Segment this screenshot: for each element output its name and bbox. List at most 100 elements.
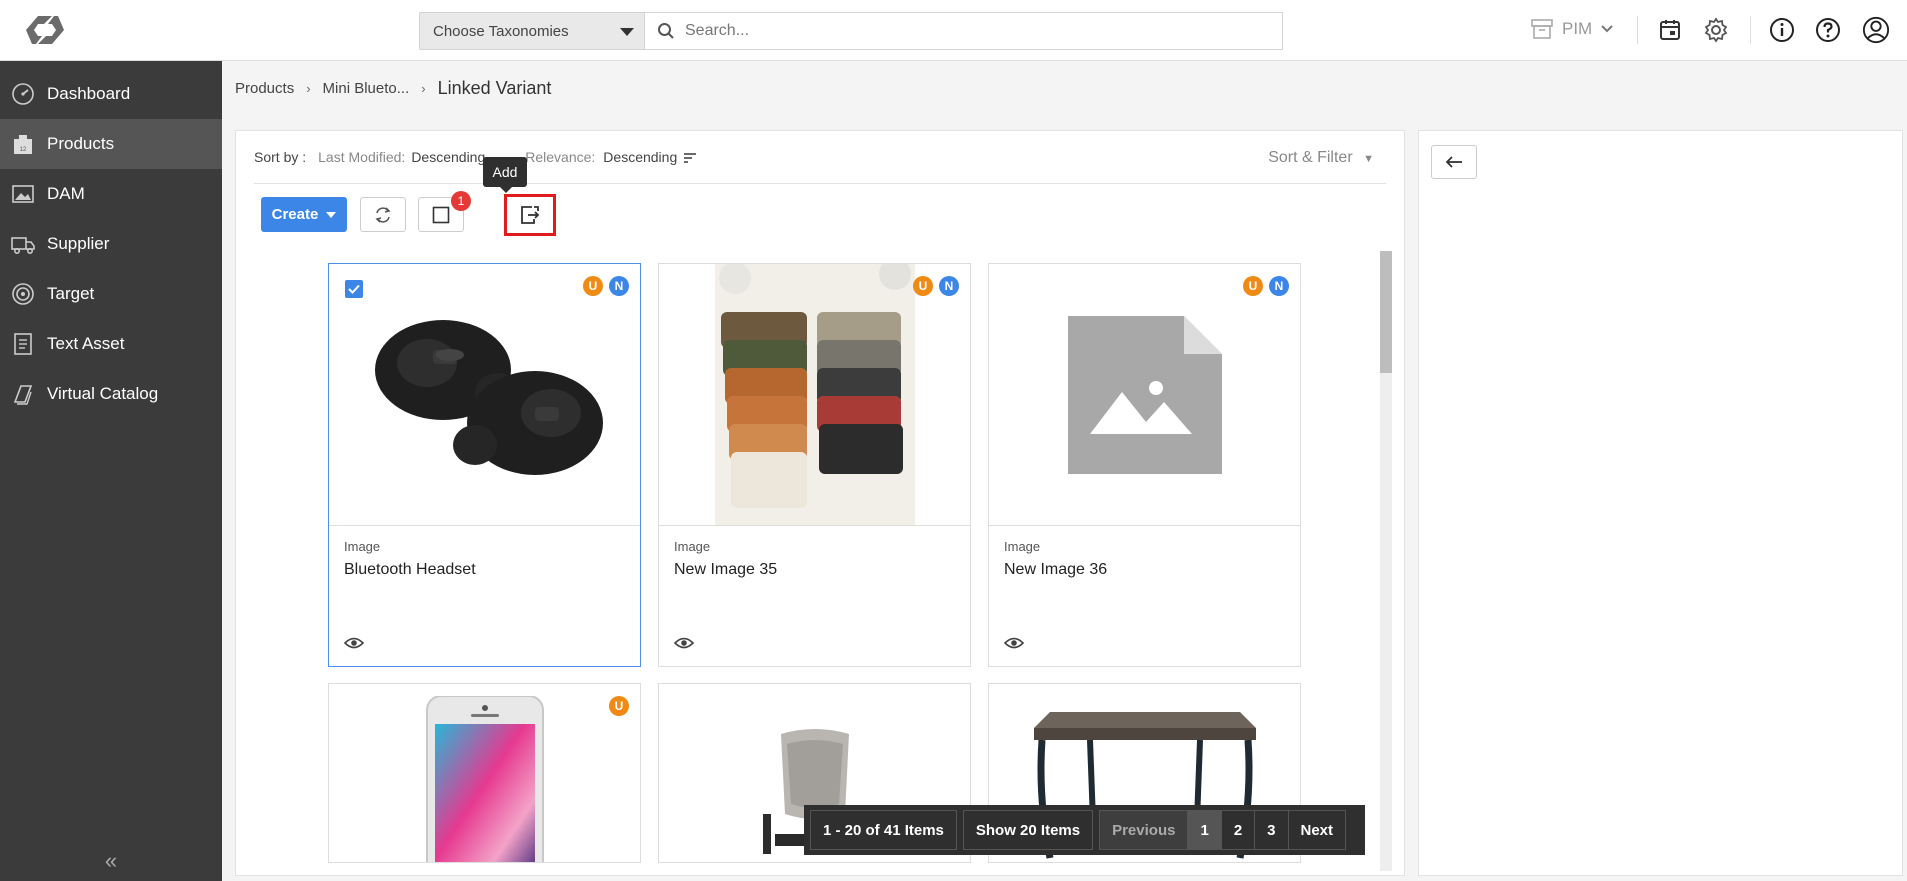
sidebar-item-dashboard[interactable]: Dashboard	[0, 69, 222, 119]
previous-page-button[interactable]: Previous	[1099, 810, 1188, 850]
add-link-icon	[521, 206, 540, 224]
dashboard-icon	[10, 81, 36, 107]
search-input[interactable]	[685, 22, 1245, 40]
asset-card[interactable]: U N Image Bluetooth Headset	[328, 263, 641, 667]
relevance-sort[interactable]: Descending	[603, 149, 677, 165]
chevron-down-icon	[1601, 25, 1613, 33]
pagination-bar: 1 - 20 of 41 Items Show 20 Items Previou…	[804, 805, 1365, 855]
breadcrumb-products[interactable]: Products	[235, 80, 294, 97]
arrow-left-icon	[1445, 156, 1462, 168]
taxonomy-select[interactable]: Choose Taxonomies	[419, 12, 645, 50]
scrollbar[interactable]	[1380, 251, 1392, 871]
sidebar-item-virtual-catalog[interactable]: Virtual Catalog	[0, 369, 222, 419]
status-badge-u: U	[583, 276, 603, 296]
status-badge-n: N	[1269, 276, 1289, 296]
pagination-summary: 1 - 20 of 41 Items	[810, 810, 957, 850]
sort-filter-button[interactable]: Sort & Filter ▼	[1268, 149, 1374, 167]
eye-icon[interactable]	[673, 636, 695, 653]
taxonomy-select-label: Choose Taxonomies	[433, 22, 569, 40]
app-logo[interactable]	[22, 12, 68, 48]
gear-icon[interactable]	[1702, 16, 1730, 44]
status-badge-u: U	[609, 696, 629, 716]
sort-descending-icon[interactable]	[683, 152, 697, 164]
refresh-button[interactable]	[360, 197, 406, 232]
image-icon	[10, 181, 36, 207]
divider	[1637, 16, 1638, 44]
sidebar-item-label: Products	[47, 134, 115, 153]
sidebar-item-products[interactable]: 12 Products	[0, 119, 222, 169]
sidebar-item-target[interactable]: Target	[0, 269, 222, 319]
user-avatar-icon[interactable]	[1862, 16, 1890, 44]
double-chevron-left-icon: «	[104, 848, 118, 873]
asset-thumbnail	[989, 264, 1300, 526]
asset-card[interactable]: U N Image New Image 36	[988, 263, 1301, 667]
book-icon	[10, 381, 36, 407]
top-bar: Choose Taxonomies PIM	[0, 0, 1907, 61]
asset-card[interactable]: U N Image New Image 35	[658, 263, 971, 667]
chevron-right-icon: ›	[421, 81, 426, 96]
asset-thumbnail	[659, 264, 970, 526]
asset-type: Image	[1004, 539, 1041, 554]
detail-panel	[1418, 130, 1903, 876]
eye-icon[interactable]	[343, 636, 365, 653]
next-page-button[interactable]: Next	[1287, 810, 1347, 850]
search-icon	[658, 23, 674, 39]
status-badge-u: U	[1243, 276, 1263, 296]
asset-type: Image	[674, 539, 711, 554]
help-icon[interactable]	[1814, 16, 1842, 44]
last-modified-sort[interactable]: Descending	[411, 149, 485, 165]
selected-count-badge: 1	[451, 191, 471, 211]
asset-name: New Image 36	[1004, 561, 1108, 578]
divider	[1750, 16, 1751, 44]
sort-bar: Sort by : Last Modified: Descending Rele…	[254, 149, 1386, 184]
document-icon	[10, 331, 36, 357]
card-checkbox[interactable]	[345, 280, 363, 298]
page-buttons: Previous 1 2 3 Next	[1099, 810, 1347, 850]
breadcrumb: Products › Mini Blueto... › Linked Varia…	[235, 78, 551, 99]
sidebar-item-label: Virtual Catalog	[47, 384, 159, 403]
caret-down-icon	[326, 211, 337, 218]
checkbox-icon	[432, 206, 450, 223]
caret-down-icon: ▼	[1363, 153, 1374, 165]
status-badge-n: N	[939, 276, 959, 296]
caret-down-icon	[620, 28, 634, 36]
sidebar-item-label: Text Asset	[47, 334, 125, 353]
app-switcher-label: PIM	[1562, 19, 1593, 38]
scrollbar-thumb[interactable]	[1380, 251, 1392, 373]
status-badge-n: N	[609, 276, 629, 296]
refresh-icon	[375, 206, 391, 223]
sidebar-item-dam[interactable]: DAM	[0, 169, 222, 219]
info-icon[interactable]	[1768, 16, 1796, 44]
page-size-select[interactable]: Show 20 Items	[962, 810, 1094, 850]
archive-icon	[1531, 19, 1553, 39]
sidebar-item-text-asset[interactable]: Text Asset	[0, 319, 222, 369]
asset-thumbnail	[329, 684, 640, 862]
asset-card[interactable]: U	[328, 683, 641, 863]
collapse-sidebar-button[interactable]: «	[0, 841, 222, 881]
products-icon: 12	[10, 131, 36, 157]
image-placeholder-icon	[1067, 315, 1222, 474]
svg-text:12: 12	[20, 147, 27, 153]
back-button[interactable]	[1431, 145, 1477, 179]
sidebar-item-label: Supplier	[47, 234, 110, 253]
app-switcher[interactable]: PIM	[1530, 18, 1622, 40]
sort-filter-label: Sort & Filter	[1268, 149, 1353, 166]
create-button[interactable]: Create	[261, 197, 347, 232]
add-button[interactable]	[504, 194, 556, 236]
calendar-icon[interactable]	[1656, 16, 1684, 44]
asset-name: New Image 35	[674, 561, 778, 578]
add-tooltip: Add	[483, 157, 527, 193]
relevance-label: Relevance:	[525, 149, 596, 165]
page-title: Linked Variant	[437, 78, 552, 98]
create-label: Create	[271, 206, 319, 223]
sidebar-item-label: DAM	[47, 184, 85, 203]
page-button-1[interactable]: 1	[1187, 810, 1221, 850]
sidebar-item-supplier[interactable]: Supplier	[0, 219, 222, 269]
page-button-2[interactable]: 2	[1220, 810, 1255, 850]
page-button-3[interactable]: 3	[1254, 810, 1288, 850]
truck-icon	[10, 231, 36, 257]
sidebar: Dashboard 12 Products DAM Supplier Targe…	[0, 61, 222, 881]
eye-icon[interactable]	[1003, 636, 1025, 653]
sidebar-item-label: Target	[47, 284, 95, 303]
breadcrumb-product[interactable]: Mini Blueto...	[323, 80, 410, 97]
